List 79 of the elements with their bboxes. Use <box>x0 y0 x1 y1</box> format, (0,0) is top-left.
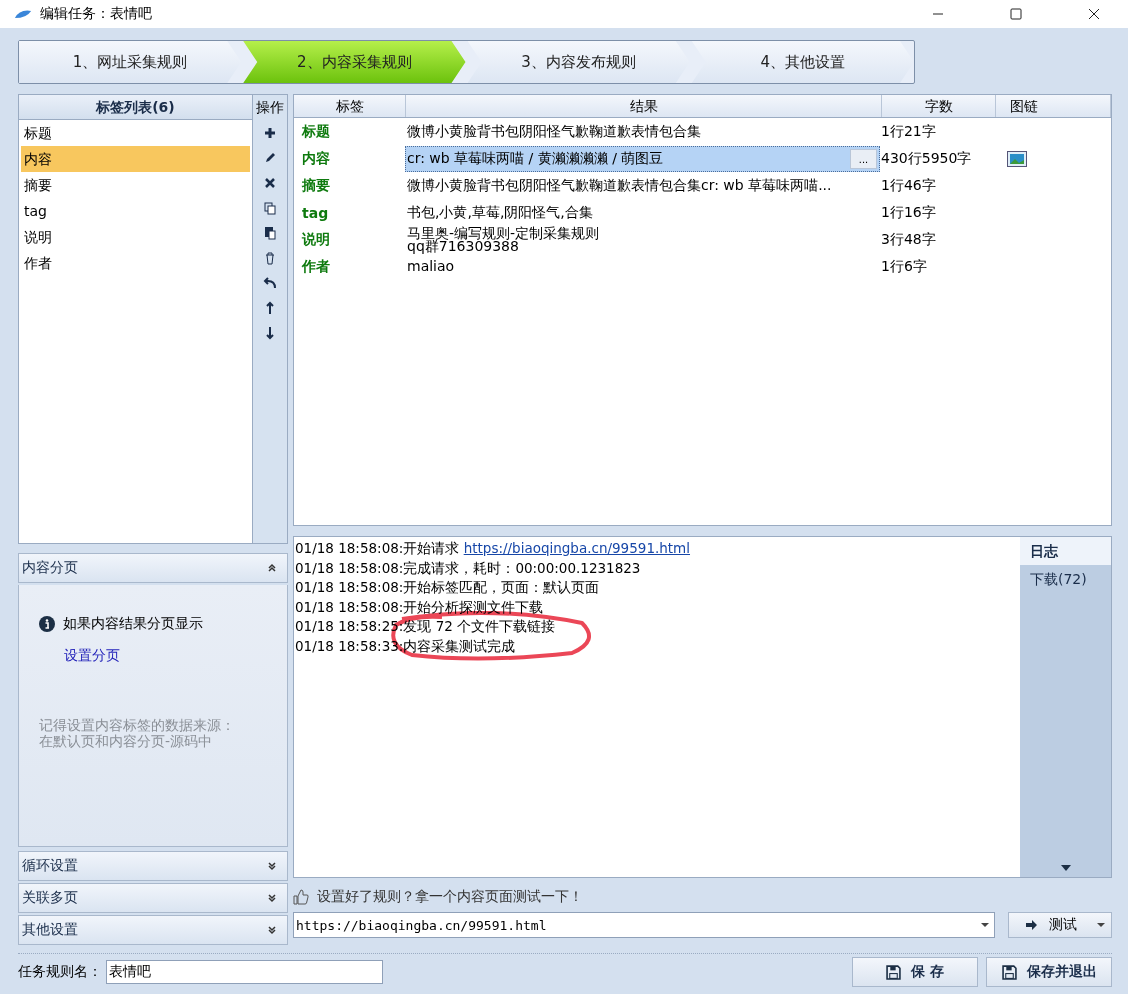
test-url-combobox[interactable]: https://biaoqingba.cn/99591.html <box>293 912 995 938</box>
count-cell-text: 1行46字 <box>880 176 937 195</box>
more-button[interactable]: ... <box>849 148 877 169</box>
log-line: 01/18 18:58:08:开始请求 https://biaoqingba.cn/99591.html <box>295 539 691 558</box>
app-logo-icon <box>14 8 32 20</box>
result-text: maliao <box>407 260 455 273</box>
copy-icon[interactable] <box>263 201 277 215</box>
result-cell[interactable]: 书包,小黄,草莓,阴阳怪气,合集 <box>405 199 880 226</box>
tag-cell-text: 说明 <box>301 230 331 249</box>
close-icon[interactable] <box>1088 8 1100 20</box>
count-cell-text: 3行48字 <box>880 230 937 249</box>
trash-icon[interactable] <box>263 251 277 265</box>
column-header: 标签 <box>294 95 406 117</box>
tag-list-item[interactable]: 摘要 <box>21 172 250 198</box>
scroll-down-icon[interactable] <box>1060 865 1071 871</box>
window-title: 编辑任务：表情吧 <box>40 5 152 23</box>
log-line: 01/18 18:58:08:开始标签匹配，页面：默认页面 <box>295 578 601 597</box>
result-text: 微博小黄脸背书包阴阳怪气歉鞠道歉表情包合集 <box>407 125 701 138</box>
result-cell[interactable]: 微博小黄脸背书包阴阳怪气歉鞠道歉表情包合集cr: wb 草莓味两喵... <box>405 172 880 199</box>
set-pagination-link[interactable]: 设置分页 <box>64 647 120 665</box>
expand-icon <box>267 861 277 871</box>
operations-header: 操作 <box>256 98 284 117</box>
down-arrow-icon[interactable] <box>263 326 277 340</box>
count-cell-text: 1行21字 <box>880 122 937 141</box>
result-text: 书包,小黄,草莓,阴阳怪气,合集 <box>407 206 593 219</box>
tag-list-item[interactable]: 标题 <box>21 120 250 146</box>
tag-cell-text: tag <box>301 204 330 221</box>
delete-icon[interactable] <box>263 176 277 190</box>
log-link[interactable]: https://biaoqingba.cn/99591.html <box>463 540 690 556</box>
tag-list-item[interactable]: tag <box>21 198 250 224</box>
column-header: 图链 <box>996 95 1111 117</box>
result-cell[interactable]: cr: wb 草莓味两喵 / 黄濑濑濑濑 / 萌图豆 ... <box>405 145 880 172</box>
add-icon[interactable] <box>263 126 277 140</box>
result-cell[interactable]: 马里奥-编写规则-定制采集规则 qq群716309388 <box>405 226 880 253</box>
result-text: 微博小黄脸背书包阴阳怪气歉鞠道歉表情包合集cr: wb 草莓味两喵... <box>407 179 832 192</box>
hint-note: 记得设置内容标签的数据来源： 在默认页和内容分页-源码中 <box>39 717 236 749</box>
paste-icon[interactable] <box>263 226 277 240</box>
log-side-tab[interactable]: 日志 <box>1020 537 1111 565</box>
expand-icon <box>267 925 277 935</box>
section-header[interactable]: 其他设置 <box>18 915 288 945</box>
column-header: 结果 <box>406 95 882 117</box>
expand-icon <box>267 893 277 903</box>
test-hint-text: 设置好了规则？拿一个内容页面测试一下！ <box>317 888 583 906</box>
task-name-field[interactable]: 表情吧 <box>106 960 383 984</box>
tag-cell-text: 作者 <box>300 257 331 276</box>
info-icon <box>39 616 55 632</box>
save-button[interactable]: 保存并退出 <box>986 957 1112 987</box>
step-tab[interactable]: 2、内容采集规则 <box>243 41 466 83</box>
tag-list-item[interactable]: 内容 <box>21 146 250 172</box>
thumbs-up-icon <box>293 889 309 905</box>
section-header[interactable]: 循环设置 <box>18 851 288 881</box>
test-button[interactable]: 测试 <box>1008 912 1112 938</box>
caret-icon <box>1097 923 1105 927</box>
tag-list-item[interactable]: 作者 <box>21 250 250 276</box>
section-header[interactable]: 关联多页 <box>18 883 288 913</box>
result-cell[interactable]: 微博小黄脸背书包阴阳怪气歉鞠道歉表情包合集 <box>405 118 880 145</box>
tag-cell-text: 内容 <box>301 149 331 168</box>
collapse-icon <box>267 563 277 573</box>
undo-icon[interactable] <box>263 276 277 290</box>
tag-cell-text: 标题 <box>301 122 331 141</box>
column-header: 字数 <box>882 95 996 117</box>
result-cell[interactable]: maliao <box>405 253 880 280</box>
tag-list-header: 标签列表(6) <box>19 95 252 120</box>
result-text: 马里奥-编写规则-定制采集规则 qq群716309388 <box>407 226 600 253</box>
log-line: 01/18 18:58:08:开始分析探测文件下载 <box>295 597 545 617</box>
count-cell-text: 430行5950字 <box>880 149 973 168</box>
log-side-tab[interactable]: 下载(72) <box>1020 565 1111 593</box>
tag-list-item[interactable]: 说明 <box>21 224 250 250</box>
count-cell-text: 1行16字 <box>880 203 937 222</box>
maximize-button[interactable] <box>1010 8 1022 20</box>
info-text: 如果内容结果分页显示 <box>63 615 203 633</box>
result-text: cr: wb 草莓味两喵 / 黄濑濑濑濑 / 萌图豆 <box>407 152 664 165</box>
task-name-label: 任务规则名： <box>18 963 102 981</box>
section-header[interactable]: 内容分页 <box>18 553 288 583</box>
log-line: 01/18 18:58:08:完成请求，耗时：00:00:00.1231823 <box>295 558 642 578</box>
count-cell-text: 1行6字 <box>880 257 928 276</box>
tag-cell-text: 摘要 <box>301 176 331 195</box>
pencil-icon[interactable] <box>263 151 277 165</box>
save-button[interactable]: 保 存 <box>852 957 978 987</box>
